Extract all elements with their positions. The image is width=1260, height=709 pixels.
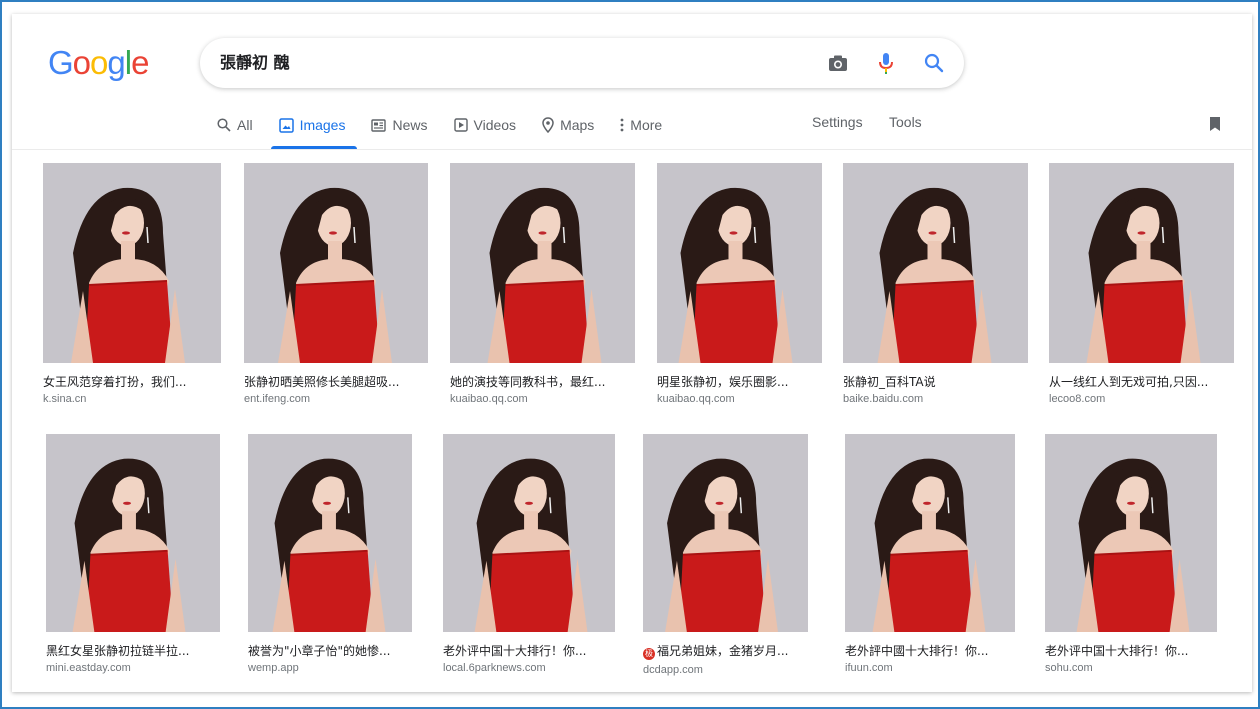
tab-label: Maps xyxy=(560,117,595,133)
image-result[interactable]: 明星张静初，娱乐圈影... kuaibao.qq.com xyxy=(657,163,822,406)
tab-label: News xyxy=(392,117,428,133)
result-title[interactable]: 明星张静初，娱乐圈影... xyxy=(657,375,822,389)
tab-label: Images xyxy=(299,117,346,133)
search-icon[interactable] xyxy=(922,51,946,75)
result-source[interactable]: k.sina.cn xyxy=(43,393,221,406)
logo-letter: g xyxy=(107,44,125,81)
result-title-text: 从一线红人到无戏可拍,只因... xyxy=(1049,375,1209,389)
result-thumbnail[interactable] xyxy=(248,434,412,632)
result-title-text: 福兄弟姐妹，金猪岁月... xyxy=(657,644,789,658)
play-icon xyxy=(453,118,468,132)
result-source[interactable]: baike.baidu.com xyxy=(843,393,1028,406)
image-result[interactable]: 极福兄弟姐妹，金猪岁月... dcdapp.com xyxy=(643,434,808,677)
result-source[interactable]: ifuun.com xyxy=(845,662,1015,675)
result-title-text: 明星张静初，娱乐圈影... xyxy=(657,375,789,389)
result-title-text: 被誉为"小章子怡"的她惨... xyxy=(248,644,391,658)
result-thumbnail[interactable] xyxy=(843,163,1028,363)
tab-images[interactable]: Images xyxy=(270,114,358,149)
result-title[interactable]: 极福兄弟姐妹，金猪岁月... xyxy=(643,644,808,660)
map-pin-icon xyxy=(542,117,554,133)
tab-maps[interactable]: Maps xyxy=(542,114,594,136)
tab-label: All xyxy=(237,117,253,133)
result-source[interactable]: mini.eastday.com xyxy=(46,662,220,675)
result-thumbnail[interactable] xyxy=(450,163,635,363)
result-thumbnail[interactable] xyxy=(643,434,808,632)
tab-news[interactable]: News xyxy=(371,114,428,136)
result-thumbnail[interactable] xyxy=(43,163,221,363)
source-badge-icon: 极 xyxy=(643,648,655,660)
tab-more[interactable]: More xyxy=(620,114,662,136)
settings-link[interactable]: Settings xyxy=(812,114,863,130)
result-thumbnail[interactable] xyxy=(244,163,428,363)
search-results-page: Google All Images News xyxy=(12,14,1252,692)
result-title-text: 老外評中國十大排行！你... xyxy=(845,644,989,658)
google-logo[interactable]: Google xyxy=(48,44,149,82)
image-result[interactable]: 从一线红人到无戏可拍,只因... lecoo8.com xyxy=(1049,163,1234,406)
result-title[interactable]: 女王风范穿着打扮，我们... xyxy=(43,375,221,389)
result-title[interactable]: 老外评中国十大排行！你... xyxy=(1045,644,1217,658)
result-thumbnail[interactable] xyxy=(1049,163,1234,363)
search-box xyxy=(200,38,964,88)
result-source[interactable]: local.6parknews.com xyxy=(443,662,615,675)
result-title[interactable]: 张静初晒美照修长美腿超吸... xyxy=(244,375,428,389)
result-source[interactable]: lecoo8.com xyxy=(1049,393,1234,406)
image-result[interactable]: 老外評中國十大排行！你... ifuun.com xyxy=(845,434,1015,675)
result-thumbnail[interactable] xyxy=(1045,434,1217,632)
result-source[interactable]: dcdapp.com xyxy=(643,664,808,677)
result-title[interactable]: 张静初_百科TA说 xyxy=(843,375,1028,389)
newspaper-icon xyxy=(371,118,387,132)
search-tabs: All Images News Videos Maps More xyxy=(217,114,688,150)
result-thumbnail[interactable] xyxy=(657,163,822,363)
result-title[interactable]: 被誉为"小章子怡"的她惨... xyxy=(248,644,412,658)
result-source[interactable]: kuaibao.qq.com xyxy=(450,393,635,406)
image-result[interactable]: 张静初_百科TA说 baike.baidu.com xyxy=(843,163,1028,406)
tab-videos[interactable]: Videos xyxy=(453,114,517,136)
result-source[interactable]: wemp.app xyxy=(248,662,412,675)
tools-link[interactable]: Tools xyxy=(889,114,922,130)
result-title-text: 张静初_百科TA说 xyxy=(843,375,936,389)
result-source[interactable]: sohu.com xyxy=(1045,662,1217,675)
bookmark-icon[interactable] xyxy=(1208,116,1222,137)
image-result[interactable]: 她的演技等同教科书，最红... kuaibao.qq.com xyxy=(450,163,635,406)
result-thumbnail[interactable] xyxy=(845,434,1015,632)
result-title-text: 黑红女星张静初拉链半拉... xyxy=(46,644,190,658)
result-title[interactable]: 从一线红人到无戏可拍,只因... xyxy=(1049,375,1234,389)
result-title[interactable]: 黑红女星张静初拉链半拉... xyxy=(46,644,220,658)
logo-letter: o xyxy=(90,44,108,81)
search-actions xyxy=(826,50,946,76)
result-title-text: 老外评中国十大排行！你... xyxy=(1045,644,1189,658)
result-title[interactable]: 老外評中國十大排行！你... xyxy=(845,644,1015,658)
tab-label: Videos xyxy=(473,117,517,133)
image-result[interactable]: 张静初晒美照修长美腿超吸... ent.ifeng.com xyxy=(244,163,428,406)
result-title-text: 老外评中国十大排行！你... xyxy=(443,644,587,658)
result-source[interactable]: kuaibao.qq.com xyxy=(657,393,822,406)
tab-all[interactable]: All xyxy=(217,114,253,136)
search-icon xyxy=(217,118,231,132)
more-vert-icon xyxy=(620,118,624,132)
result-source[interactable]: ent.ifeng.com xyxy=(244,393,428,406)
image-result[interactable]: 黑红女星张静初拉链半拉... mini.eastday.com xyxy=(46,434,220,675)
image-result[interactable]: 被誉为"小章子怡"的她惨... wemp.app xyxy=(248,434,412,675)
image-icon xyxy=(278,117,294,133)
result-title-text: 张静初晒美照修长美腿超吸... xyxy=(244,375,400,389)
header-divider xyxy=(12,149,1252,150)
image-result[interactable]: 女王风范穿着打扮，我们... k.sina.cn xyxy=(43,163,221,406)
logo-letter: e xyxy=(131,44,149,81)
image-result[interactable]: 老外评中国十大排行！你... sohu.com xyxy=(1045,434,1217,675)
result-title[interactable]: 老外评中国十大排行！你... xyxy=(443,644,615,658)
image-result[interactable]: 老外评中国十大排行！你... local.6parknews.com xyxy=(443,434,615,675)
result-thumbnail[interactable] xyxy=(46,434,220,632)
result-title-text: 她的演技等同教科书，最红... xyxy=(450,375,606,389)
tab-label: More xyxy=(630,117,663,133)
search-input[interactable] xyxy=(220,38,780,88)
result-title[interactable]: 她的演技等同教科书，最红... xyxy=(450,375,635,389)
result-title-text: 女王风范穿着打扮，我们... xyxy=(43,375,187,389)
result-thumbnail[interactable] xyxy=(443,434,615,632)
logo-letter: o xyxy=(72,44,91,81)
logo-letter: G xyxy=(48,44,74,81)
microphone-icon[interactable] xyxy=(874,51,898,75)
camera-icon[interactable] xyxy=(826,51,850,75)
